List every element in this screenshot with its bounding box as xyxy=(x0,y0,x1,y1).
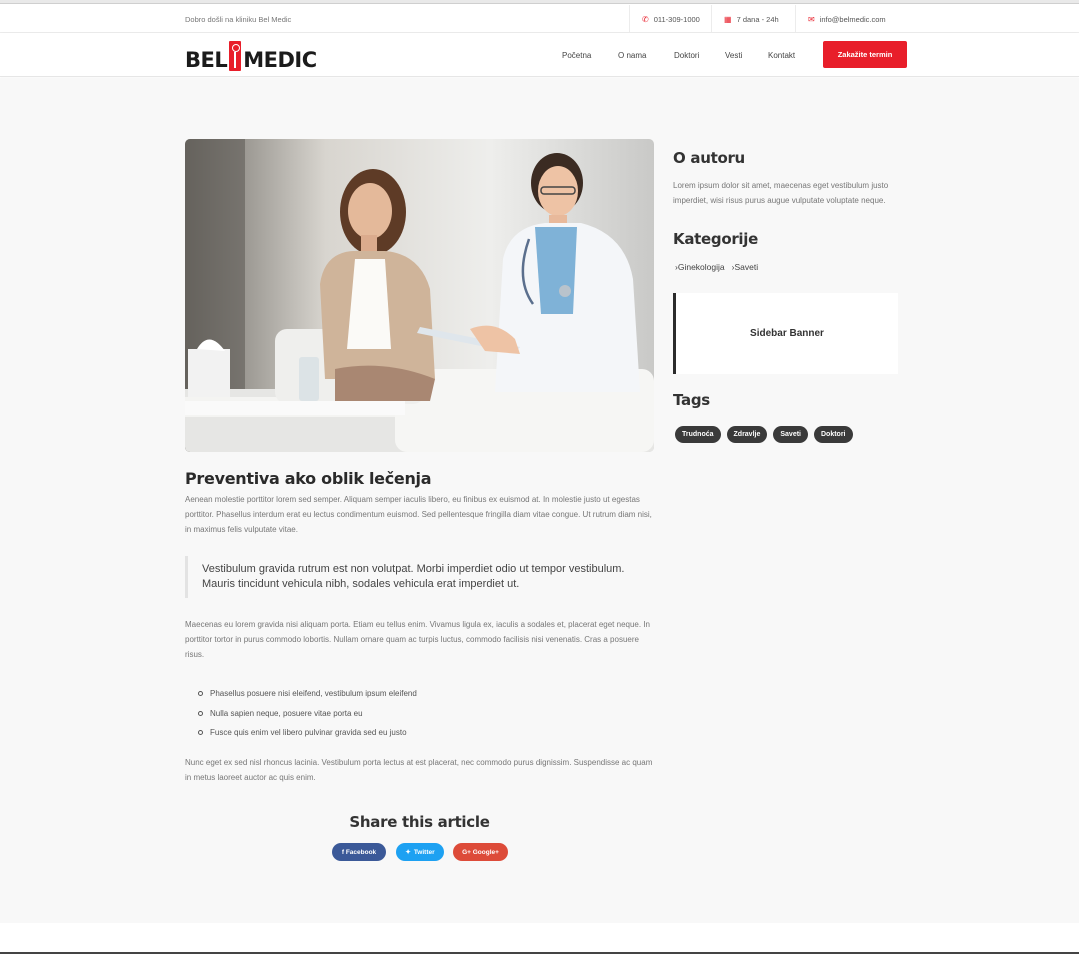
divider xyxy=(711,5,712,33)
about-author-text: Lorem ipsum dolor sit amet, maecenas ege… xyxy=(673,181,889,205)
list-item: Phasellus posuere nisi eleifend, vestibu… xyxy=(198,684,417,704)
tags-title: Tags xyxy=(673,391,710,409)
article-bullet-list: Phasellus posuere nisi eleifend, vestibu… xyxy=(198,684,417,743)
logo-text-left: BEL xyxy=(185,48,228,72)
bel-medic-logo[interactable]: BEL MEDIC xyxy=(185,37,317,73)
article-title: Preventiva ako oblik lečenja xyxy=(185,469,432,488)
article-paragraph: Aenean molestie porttitor lorem sed semp… xyxy=(185,495,652,534)
article-blockquote: Vestibulum gravida rutrum est non volutp… xyxy=(185,556,654,598)
article-paragraph: Maecenas eu lorem gravida nisi aliquam p… xyxy=(185,620,650,659)
twitter-share-button[interactable]: ✦ Twitter xyxy=(396,843,444,861)
phone-text: 011-309-1000 xyxy=(653,14,700,24)
category-link-ginekologija[interactable]: ›Ginekologija xyxy=(675,262,725,272)
nav-item-o-nama[interactable]: O nama xyxy=(618,33,646,77)
about-author-title: O autoru xyxy=(673,149,745,167)
list-item: Fusce quis enim vel libero pulvinar grav… xyxy=(198,723,417,743)
main-header: BEL MEDIC Početna O nama Doktori Vesti K… xyxy=(0,33,1079,77)
category-label: Ginekologija xyxy=(677,262,725,272)
facebook-share-button[interactable]: f Facebook xyxy=(332,843,386,861)
divider xyxy=(629,5,630,33)
divider xyxy=(795,5,796,33)
tag-list: Trudnoća Zdravlje Saveti Doktori xyxy=(675,426,853,443)
mail-icon: ✉ xyxy=(808,14,815,24)
logo-text-right: MEDIC xyxy=(243,48,317,72)
email-info[interactable]: ✉ info@belmedic.com xyxy=(808,5,886,33)
email-text: info@belmedic.com xyxy=(819,14,886,24)
tag-saveti[interactable]: Saveti xyxy=(773,426,808,443)
tag-trudnoca[interactable]: Trudnoća xyxy=(675,426,721,443)
sidebar-banner[interactable]: Sidebar Banner xyxy=(673,293,898,374)
book-appointment-button[interactable]: Zakažite termin xyxy=(823,41,907,68)
article-paragraph: Nunc eget ex sed nisl rhoncus lacinia. V… xyxy=(185,758,653,782)
category-link-saveti[interactable]: ›Saveti xyxy=(732,262,758,272)
nav-item-pocetna[interactable]: Početna xyxy=(562,33,591,77)
article-hero-image xyxy=(185,139,654,452)
caduceus-icon xyxy=(229,41,242,71)
hours-info: ▦ 7 dana - 24h xyxy=(724,5,779,33)
nav-item-doktori[interactable]: Doktori xyxy=(674,33,699,77)
hours-text: 7 dana - 24h xyxy=(736,14,779,24)
category-list: ›Ginekologija ›Saveti xyxy=(675,262,758,272)
google-plus-share-button[interactable]: G+ Google+ xyxy=(453,843,508,861)
nav-item-vesti[interactable]: Vesti xyxy=(725,33,742,77)
phone-icon: ✆ xyxy=(642,14,649,24)
twitter-bird-icon: ✦ xyxy=(405,849,411,856)
welcome-text: Dobro došli na kliniku Bel Medic xyxy=(185,15,292,24)
calendar-icon: ▦ xyxy=(724,14,732,24)
twitter-share-label: Twitter xyxy=(413,848,435,856)
categories-title: Kategorije xyxy=(673,230,758,248)
category-label: Saveti xyxy=(734,262,759,272)
browser-top-edge xyxy=(0,0,1079,4)
list-item: Nulla sapien neque, posuere vitae porta … xyxy=(198,704,417,724)
top-info-bar: Dobro došli na kliniku Bel Medic ✆ 011-3… xyxy=(0,5,1079,33)
share-title: Share this article xyxy=(349,813,490,831)
tag-zdravlje[interactable]: Zdravlje xyxy=(726,426,768,443)
phone-info[interactable]: ✆ 011-309-1000 xyxy=(642,5,700,33)
tag-doktori[interactable]: Doktori xyxy=(814,426,853,443)
nav-item-kontakt[interactable]: Kontakt xyxy=(768,33,795,77)
